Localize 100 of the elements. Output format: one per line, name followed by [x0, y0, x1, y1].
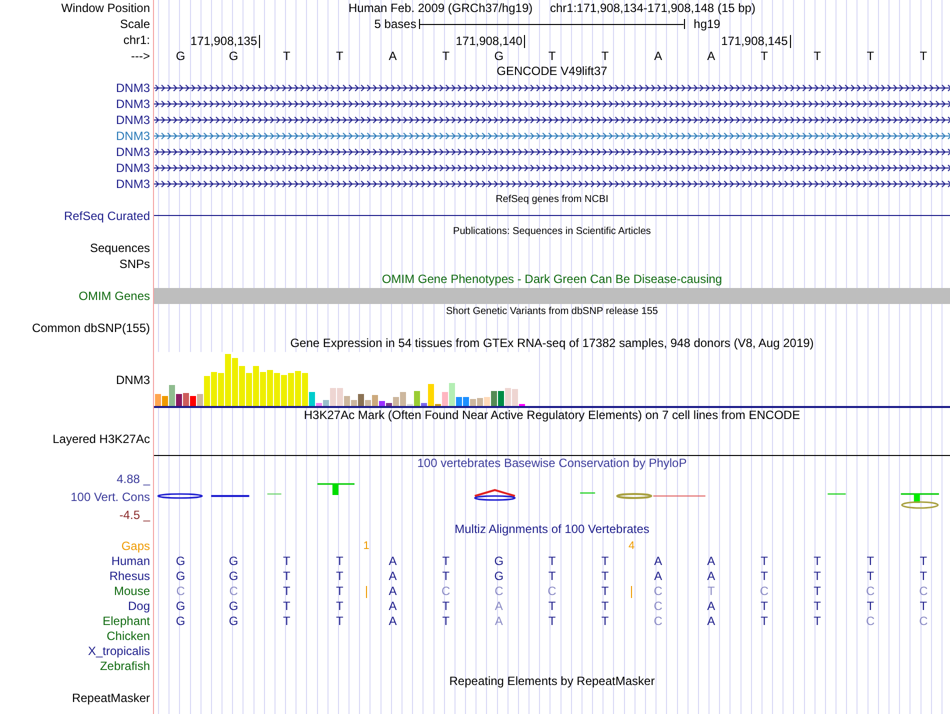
aligned-base: G [176, 599, 186, 615]
position-range: chr1:171,908,134-171,908,148 (15 bp) [550, 1, 756, 15]
aligned-base: T [920, 554, 928, 570]
base-letter: T [601, 48, 609, 64]
aligned-base: C [866, 584, 875, 600]
track-label: ---> [0, 48, 154, 64]
species-label: X_tropicalis [0, 644, 154, 660]
aligned-base: T [920, 599, 928, 615]
aligned-base: T [866, 569, 874, 585]
aligned-base: C [176, 584, 185, 600]
track-title: Short Genetic Variants from dbSNP release 155 [446, 306, 658, 317]
base-letter: T [814, 48, 821, 64]
aligned-base: T [336, 569, 344, 585]
aligned-base: T [282, 614, 290, 630]
track-label: Scale [0, 16, 154, 32]
track-label: chr1: [0, 32, 154, 48]
aligned-base: G [494, 569, 504, 585]
track-title: GENCODE V49lift37 [496, 64, 608, 78]
aligned-base: A [654, 569, 662, 585]
scale-span-label: 5 bases [374, 16, 418, 32]
aligned-base: C [654, 614, 662, 630]
insertion-mark [631, 586, 632, 598]
aligned-base: T [814, 614, 821, 630]
base-letter: A [707, 48, 716, 64]
aligned-base: T [866, 599, 874, 615]
base-letter: T [548, 48, 556, 64]
aligned-base: G [176, 554, 186, 570]
aligned-base: T [548, 599, 556, 615]
track-title: H3K27Ac Mark (Often Found Near Active Regulatory Elements) on 7 cell lines from ENCODE [304, 408, 800, 422]
base-letter: A [654, 48, 662, 64]
aligned-base: G [176, 614, 186, 630]
aligned-base: C [760, 584, 769, 600]
aligned-base: T [442, 554, 450, 570]
species-label: Chicken [0, 629, 154, 645]
aligned-base: A [388, 554, 397, 570]
aligned-base: T [601, 554, 609, 570]
aligned-base: G [228, 569, 238, 585]
species-label: Zebrafish [0, 659, 154, 675]
track-label: SNPs [0, 256, 154, 272]
aligned-base: T [708, 584, 715, 600]
species-label: Elephant [0, 614, 154, 630]
aligned-base: T [336, 584, 344, 600]
track-title: Gene Expression in 54 tissues from GTEx RNA-seq of 17382 samples, 948 donors (V8, Aug 2019) [290, 336, 814, 350]
aligned-base: A [707, 599, 716, 615]
aligned-base: C [229, 584, 238, 600]
aligned-base: A [388, 569, 397, 585]
axis-max-label: 4.88 _ [116, 472, 150, 486]
aligned-base: A [654, 554, 662, 570]
track-label: Window Position [0, 0, 154, 16]
aligned-base: T [336, 599, 344, 615]
ruler-position: 171,908,135 [190, 35, 260, 48]
track-label: 100 Vert. Cons [70, 490, 150, 504]
aligned-base: C [654, 599, 662, 615]
aligned-base: T [814, 584, 821, 600]
aligned-base: T [282, 569, 290, 585]
aligned-base: A [494, 614, 503, 630]
aligned-base: T [336, 614, 344, 630]
aligned-base: T [601, 614, 609, 630]
aligned-base: C [548, 584, 556, 600]
track-label: RefSeq Curated [0, 208, 154, 224]
aligned-base: C [866, 614, 875, 630]
aligned-base: A [707, 554, 716, 570]
track-label: RepeatMasker [0, 690, 154, 706]
base-letter: A [388, 48, 397, 64]
aligned-base: C [919, 584, 928, 600]
assembly-name: Human Feb. 2009 (GRCh37/hg19) [348, 1, 533, 15]
aligned-base: A [388, 584, 397, 600]
assembly-label: hg19 [692, 16, 722, 32]
track-label: Layered H3K27Ac [0, 424, 154, 456]
species-label: Mouse [0, 584, 154, 600]
aligned-base: T [814, 554, 821, 570]
aligned-base: T [814, 569, 821, 585]
aligned-base: T [336, 554, 344, 570]
aligned-base: T [548, 614, 556, 630]
aligned-base: T [442, 614, 450, 630]
aligned-base: T [920, 569, 928, 585]
aligned-base: C [919, 614, 928, 630]
insertion-mark [366, 586, 367, 598]
axis-min-label: -4.5 _ [119, 508, 150, 522]
track-label: Common dbSNP(155) [0, 320, 154, 336]
track-title: RefSeq genes from NCBI [496, 194, 608, 205]
gap-count: 4 [628, 538, 635, 554]
aligned-base: C [442, 584, 450, 600]
aligned-base: T [548, 554, 556, 570]
aligned-base: A [388, 599, 397, 615]
base-letter: T [442, 48, 450, 64]
base-letter: T [282, 48, 290, 64]
base-letter: T [760, 48, 768, 64]
base-letter: T [866, 48, 874, 64]
ruler-position: 171,908,145 [721, 35, 791, 48]
aligned-base: T [442, 569, 450, 585]
base-letter: T [920, 48, 928, 64]
aligned-base: T [601, 584, 609, 600]
track-title: Multiz Alignments of 100 Vertebrates [454, 522, 650, 536]
aligned-base: G [176, 569, 186, 585]
species-label: Rhesus [0, 569, 154, 585]
base-letter: G [494, 48, 504, 64]
track-label: Gaps [0, 538, 154, 554]
aligned-base: A [707, 569, 716, 585]
aligned-base: T [601, 569, 609, 585]
